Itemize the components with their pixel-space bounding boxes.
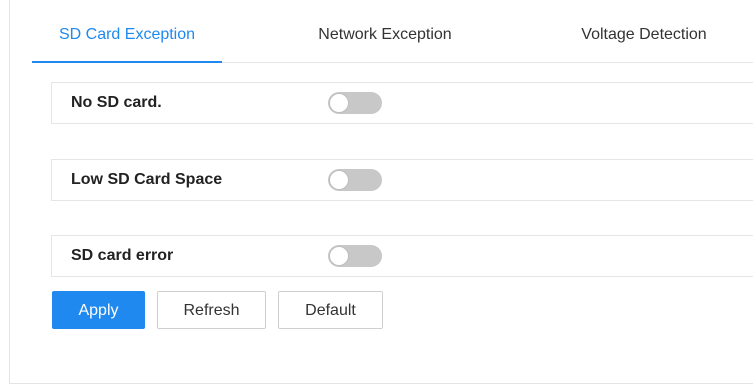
- tab-bar: SD Card Exception Network Exception Volt…: [32, 0, 753, 63]
- refresh-button[interactable]: Refresh: [157, 291, 266, 329]
- low-sd-space-toggle[interactable]: [328, 169, 382, 191]
- setting-label: SD card error: [71, 247, 174, 264]
- no-sd-card-toggle[interactable]: [328, 92, 382, 114]
- tab-network-exception[interactable]: Network Exception: [290, 0, 480, 62]
- toggle-knob: [329, 93, 349, 113]
- setting-row-no-sd-card: No SD card.: [51, 82, 753, 124]
- toggle-knob: [329, 170, 349, 190]
- setting-label: Low SD Card Space: [71, 171, 223, 188]
- tab-sd-card-exception[interactable]: SD Card Exception: [32, 0, 222, 63]
- sd-card-error-toggle[interactable]: [328, 245, 382, 267]
- default-button[interactable]: Default: [278, 291, 383, 329]
- setting-label: No SD card.: [71, 94, 162, 111]
- apply-button[interactable]: Apply: [52, 291, 145, 329]
- tab-voltage-detection[interactable]: Voltage Detection: [549, 0, 739, 62]
- setting-row-low-sd-space: Low SD Card Space: [51, 159, 753, 201]
- toggle-knob: [329, 246, 349, 266]
- setting-row-sd-card-error: SD card error: [51, 235, 753, 277]
